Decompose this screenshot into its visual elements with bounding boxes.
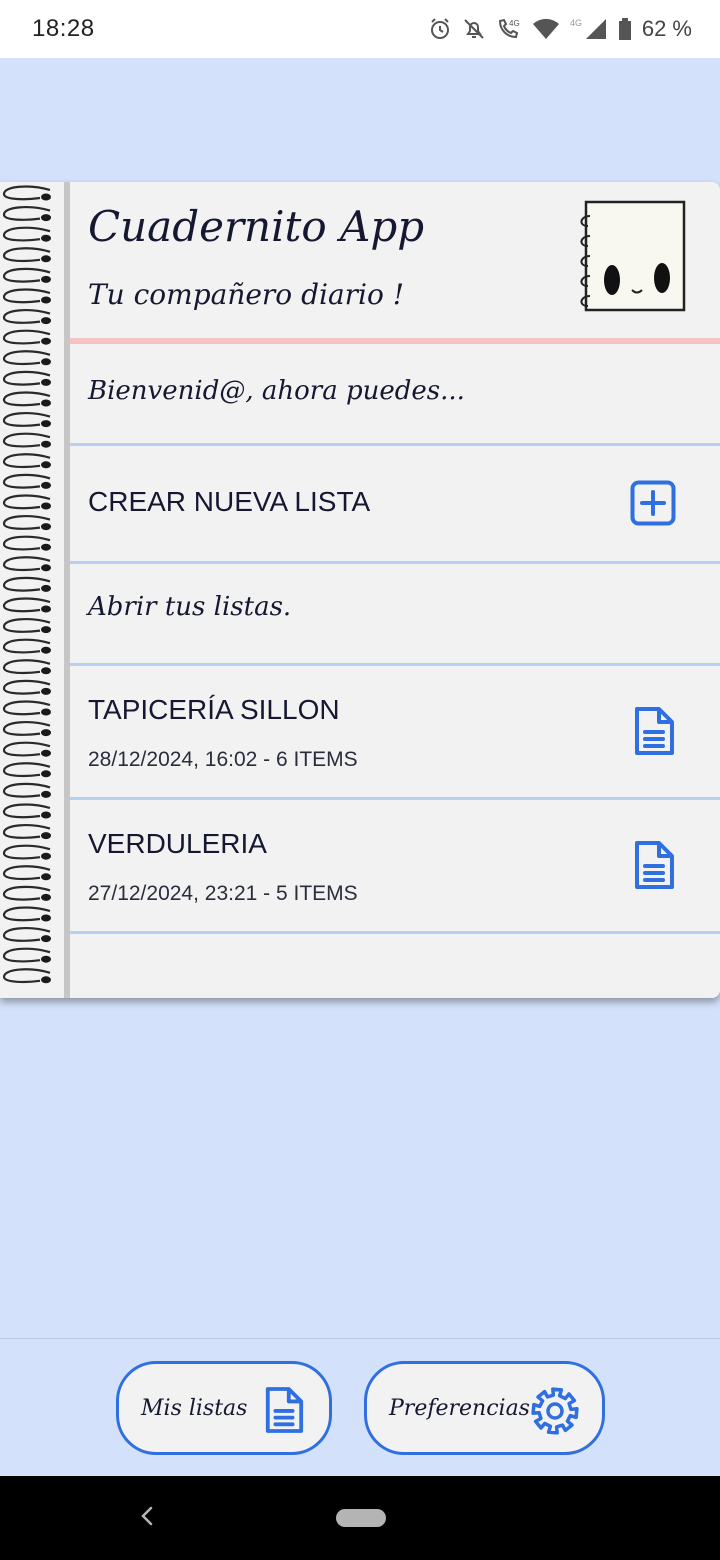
list-item[interactable]: TAPICERÍA SILLON 28/12/2024, 16:02 - 6 I… <box>70 666 720 800</box>
list-item-title: TAPICERÍA SILLON <box>88 694 340 725</box>
open-lists-text: Abrir tus listas. <box>88 592 292 622</box>
wifi-icon <box>532 17 560 41</box>
svg-text:4G: 4G <box>509 19 520 28</box>
battery-icon <box>618 17 632 41</box>
list-item-title: VERDULERIA <box>88 828 267 859</box>
battery-percent: 62 % <box>641 16 692 41</box>
volte-call-icon: 4G <box>496 17 522 41</box>
app-subtitle: Tu compañero diario ! <box>88 278 404 311</box>
open-lists-row: Abrir tus listas. <box>70 564 720 666</box>
welcome-row: Bienvenid@, ahora puedes... <box>70 344 720 446</box>
home-pill[interactable] <box>336 1509 386 1527</box>
status-bar: 18:28 4G 4G 62 % <box>0 0 720 58</box>
page-header: Cuadernito App Tu compañero diario ! <box>70 182 720 344</box>
list-item-meta: 27/12/2024, 23:21 - 5 ITEMS <box>88 882 358 905</box>
create-list-label: CREAR NUEVA LISTA <box>88 486 371 517</box>
notebook-page: Cuadernito App Tu compañero diario ! Bie… <box>70 182 720 998</box>
notebook-card: Cuadernito App Tu compañero diario ! Bie… <box>0 182 720 998</box>
status-time: 18:28 <box>32 15 95 42</box>
list-item-meta: 28/12/2024, 16:02 - 6 ITEMS <box>88 748 358 771</box>
my-lists-label: Mis listas <box>141 1395 248 1421</box>
gear-icon <box>530 1386 580 1441</box>
add-square-icon[interactable] <box>630 480 676 531</box>
app-title: Cuadernito App <box>88 202 425 251</box>
preferences-label: Preferencias <box>389 1395 530 1421</box>
document-icon <box>263 1386 305 1439</box>
signal-4g-icon: 4G <box>570 17 608 41</box>
create-list-row[interactable]: CREAR NUEVA LISTA <box>70 446 720 564</box>
svg-text:4G: 4G <box>570 18 582 28</box>
bell-off-icon <box>462 17 486 41</box>
bottom-nav: Mis listas Preferencias <box>0 1338 720 1476</box>
my-lists-button[interactable]: Mis listas <box>116 1361 332 1455</box>
alarm-icon <box>428 17 452 41</box>
welcome-text: Bienvenid@, ahora puedes... <box>88 376 465 406</box>
system-nav-bar <box>0 1476 720 1560</box>
document-icon[interactable] <box>632 840 676 895</box>
notebook-mascot-icon <box>572 198 690 321</box>
status-icons: 4G 4G 62 % <box>428 16 692 42</box>
list-item[interactable]: VERDULERIA 27/12/2024, 23:21 - 5 ITEMS <box>70 800 720 934</box>
preferences-button[interactable]: Preferencias <box>364 1361 605 1455</box>
document-icon[interactable] <box>632 706 676 761</box>
back-icon[interactable] <box>140 1504 154 1533</box>
spiral-binding <box>0 182 64 998</box>
